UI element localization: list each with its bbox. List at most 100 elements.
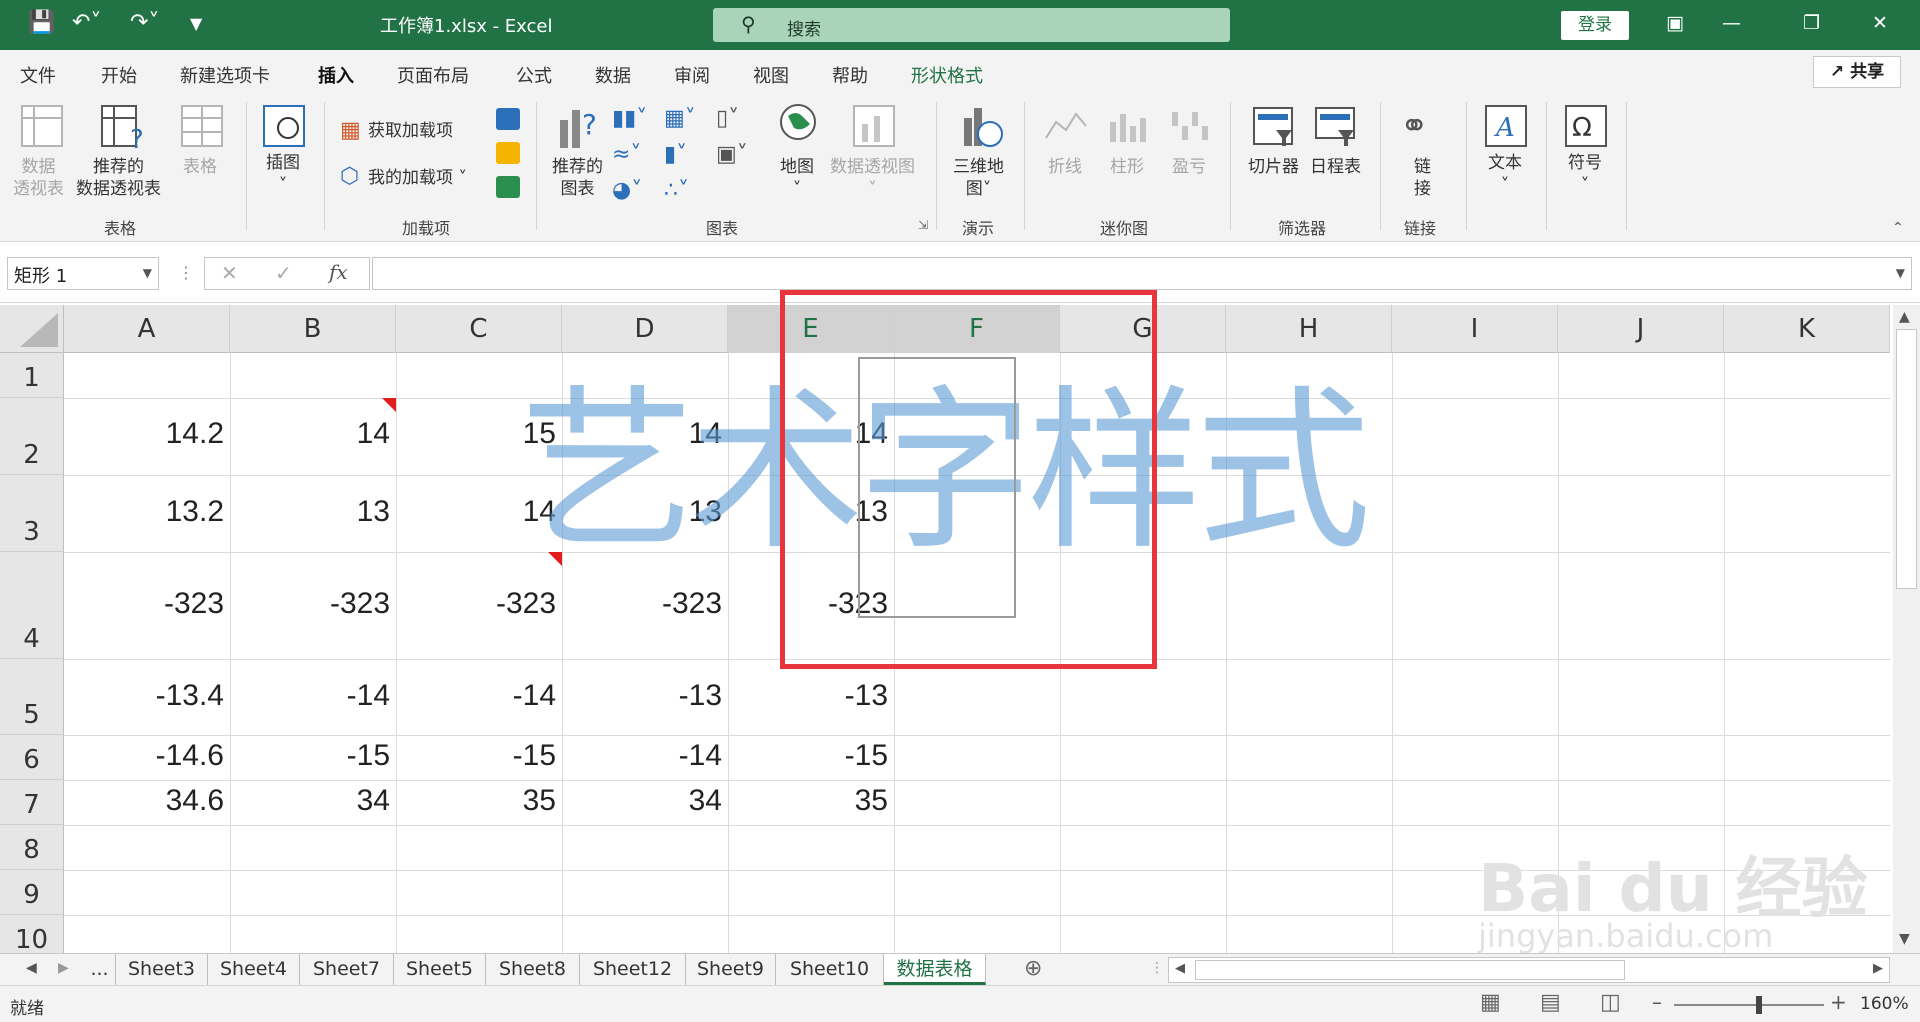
row-header-4[interactable]: 4 <box>0 552 64 659</box>
row-header-10[interactable]: 10 <box>0 915 64 953</box>
page-break-view-icon[interactable]: ◫ <box>1600 990 1621 1015</box>
cell-c4[interactable]: -323 <box>396 587 556 621</box>
cell-a6[interactable]: -14.6 <box>64 739 224 773</box>
tab-page-layout[interactable]: 页面布局 <box>397 62 469 88</box>
cell-d5[interactable]: -13 <box>562 679 722 713</box>
bing-icon[interactable] <box>496 142 520 164</box>
tab-insert[interactable]: 插入 <box>318 62 354 97</box>
column-chart-icon[interactable]: ▮▮˅ <box>612 106 647 131</box>
row-header-8[interactable]: 8 <box>0 825 64 870</box>
enter-icon[interactable]: ✓ <box>275 261 292 285</box>
row-header-5[interactable]: 5 <box>0 659 64 735</box>
zoom-level[interactable]: 160% <box>1860 994 1909 1014</box>
column-header-c[interactable]: C <box>396 305 562 353</box>
map-chart-button[interactable]: 地图 ˅ <box>780 156 814 200</box>
sheet-scroll-left-icon[interactable]: ◀ <box>26 960 37 976</box>
cell-e7[interactable]: 35 <box>728 784 888 818</box>
formula-input[interactable]: ▼ <box>372 257 1912 290</box>
close-icon[interactable]: ✕ <box>1872 12 1888 34</box>
sheet-tab-sheet12[interactable]: Sheet12 <box>580 954 686 985</box>
sheet-tab-sheet5[interactable]: Sheet5 <box>394 954 486 985</box>
row-header-9[interactable]: 9 <box>0 870 64 915</box>
hierarchy-chart-icon[interactable]: ▦˅ <box>664 106 696 131</box>
zoom-out-icon[interactable]: – <box>1652 990 1662 1014</box>
cell-a4[interactable]: -323 <box>64 587 224 621</box>
tab-shape-format[interactable]: 形状格式 <box>911 62 983 88</box>
column-header-i[interactable]: I <box>1392 305 1558 353</box>
tab-view[interactable]: 视图 <box>753 62 789 88</box>
cell-b3[interactable]: 13 <box>230 495 390 529</box>
cell-d7[interactable]: 34 <box>562 784 722 818</box>
cell-b7[interactable]: 34 <box>230 784 390 818</box>
cell-a2[interactable]: 14.2 <box>64 417 224 451</box>
people-graph-icon[interactable] <box>496 176 520 198</box>
ribbon-display-options-icon[interactable]: ▣ <box>1666 12 1684 34</box>
timeline-button[interactable]: 日程表 <box>1310 156 1361 178</box>
hscroll-left-icon[interactable]: ◀ <box>1175 961 1185 976</box>
sheet-scroll-right-icon[interactable]: ▶ <box>58 960 69 976</box>
zoom-slider[interactable] <box>1674 1004 1824 1006</box>
vertical-scrollbar[interactable]: ▲ ▼ <box>1893 305 1920 953</box>
cell-c3[interactable]: 14 <box>396 495 556 529</box>
cell-c6[interactable]: -15 <box>396 739 556 773</box>
row-header-2[interactable]: 2 <box>0 398 64 475</box>
line-chart-icon[interactable]: ≈˅ <box>612 142 641 167</box>
zoom-slider-handle[interactable] <box>1756 996 1762 1014</box>
insert-function-icon[interactable]: fx <box>329 260 348 284</box>
cell-d6[interactable]: -14 <box>562 739 722 773</box>
combo-chart-icon[interactable]: ▣˅ <box>716 142 748 167</box>
name-box[interactable]: 矩形 1 ▼ <box>7 257 159 290</box>
cell-b5[interactable]: -14 <box>230 679 390 713</box>
row-header-3[interactable]: 3 <box>0 475 64 552</box>
horizontal-scrollbar[interactable]: ◀ ▶ <box>1168 957 1890 983</box>
pie-chart-icon[interactable]: ◕˅ <box>612 178 642 203</box>
scatter-chart-icon[interactable]: ∴˅ <box>664 178 689 203</box>
column-header-a[interactable]: A <box>64 305 230 353</box>
minimize-icon[interactable]: — <box>1722 12 1741 34</box>
normal-view-icon[interactable]: ▦ <box>1480 990 1501 1015</box>
hscroll-right-icon[interactable]: ▶ <box>1873 961 1883 976</box>
save-icon[interactable]: 💾 <box>28 10 55 35</box>
3d-map-button[interactable]: 三维地 图˅ <box>953 156 1004 200</box>
page-layout-view-icon[interactable]: ▤ <box>1540 990 1561 1015</box>
column-header-j[interactable]: J <box>1558 305 1724 353</box>
chart-dialog-launcher-icon[interactable]: ⇲ <box>918 218 928 232</box>
column-header-h[interactable]: H <box>1226 305 1392 353</box>
statistic-chart-icon[interactable]: ▮˅ <box>664 142 687 167</box>
recommended-charts-button[interactable]: 推荐的 图表 <box>552 156 603 200</box>
hscroll-thumb[interactable] <box>1195 960 1625 980</box>
slicer-button[interactable]: 切片器 <box>1248 156 1299 178</box>
sheet-tab-sheet7[interactable]: Sheet7 <box>300 954 394 985</box>
visio-icon[interactable] <box>496 108 520 130</box>
tab-review[interactable]: 审阅 <box>674 62 710 88</box>
restore-icon[interactable]: ❐ <box>1803 12 1820 34</box>
cancel-icon[interactable]: ✕ <box>221 261 238 285</box>
my-addins-button[interactable]: 我的加载项 ˅ <box>368 167 467 189</box>
sheet-tab-sheet10[interactable]: Sheet10 <box>776 954 884 985</box>
scroll-down-icon[interactable]: ▼ <box>1899 931 1910 947</box>
search-input[interactable]: ⚲ 搜索 <box>713 8 1230 42</box>
cell-a5[interactable]: -13.4 <box>64 679 224 713</box>
scroll-thumb[interactable] <box>1896 329 1917 589</box>
cell-d4[interactable]: -323 <box>562 587 722 621</box>
illustrations-button[interactable]: 插图 ˅ <box>266 152 300 196</box>
tab-home[interactable]: 开始 <box>101 62 137 88</box>
new-sheet-icon[interactable]: ⊕ <box>1024 956 1042 981</box>
scroll-up-icon[interactable]: ▲ <box>1899 309 1910 325</box>
symbol-button[interactable]: 符号 ˅ <box>1568 152 1602 196</box>
cell-c2[interactable]: 15 <box>396 417 556 451</box>
recommended-pivot-button[interactable]: 推荐的 数据透视表 <box>76 156 161 200</box>
link-button[interactable]: 链接 <box>1414 156 1431 200</box>
sheet-tab-sheet4[interactable]: Sheet4 <box>208 954 300 985</box>
sheet-tab-sheet9[interactable]: Sheet9 <box>686 954 776 985</box>
sheet-tab-data-table[interactable]: 数据表格 <box>884 954 986 985</box>
row-header-7[interactable]: 7 <box>0 780 64 825</box>
cell-b6[interactable]: -15 <box>230 739 390 773</box>
name-box-dropdown-icon[interactable]: ▼ <box>143 266 152 280</box>
column-header-b[interactable]: B <box>230 305 396 353</box>
cell-a7[interactable]: 34.6 <box>64 784 224 818</box>
cell-b2[interactable]: 14 <box>230 417 390 451</box>
pivot-chart-button[interactable]: 数据透视图 ˅ <box>830 156 915 200</box>
more-sheets-button[interactable]: ... <box>84 954 116 985</box>
tab-help[interactable]: 帮助 <box>832 62 868 88</box>
